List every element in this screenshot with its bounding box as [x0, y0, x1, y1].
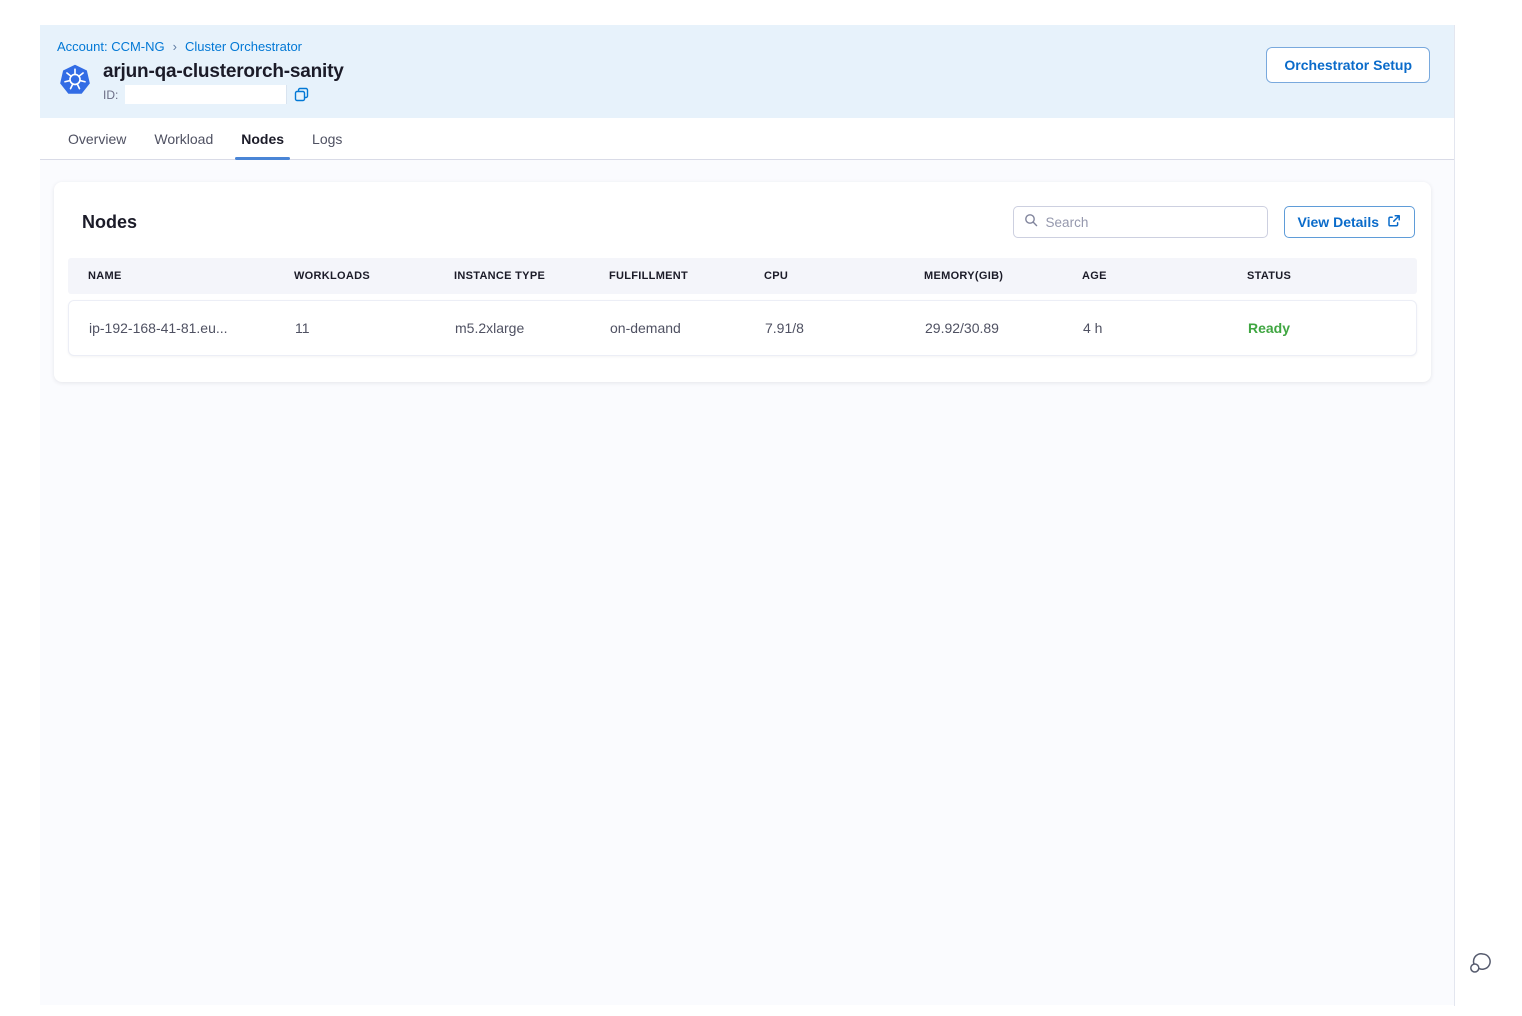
view-details-label: View Details [1298, 214, 1379, 230]
column-header-name: NAME [68, 270, 274, 282]
table-row[interactable]: ip-192-168-41-81.eu... 11 m5.2xlarge on-… [68, 300, 1417, 356]
cluster-header: Account: CCM-NG › Cluster Orchestrator [40, 25, 1454, 118]
node-status: Ready [1228, 320, 1416, 336]
breadcrumb-account[interactable]: Account: CCM-NG [57, 39, 165, 54]
search-icon [1024, 213, 1038, 232]
cluster-tabs: Overview Workload Nodes Logs [40, 118, 1454, 160]
node-age: 4 h [1063, 320, 1228, 336]
nodes-panel: Nodes View Details [54, 182, 1431, 382]
breadcrumb-separator-icon: › [173, 39, 177, 54]
column-header-fulfillment: FULFILLMENT [589, 270, 744, 282]
node-instance-type: m5.2xlarge [435, 320, 590, 336]
column-header-status: STATUS [1227, 270, 1417, 282]
breadcrumb: Account: CCM-NG › Cluster Orchestrator [57, 39, 1430, 54]
chat-bubble-icon[interactable] [1466, 949, 1494, 980]
cluster-title-block: arjun-qa-clusterorch-sanity ID: [103, 61, 344, 104]
column-header-workloads: WORKLOADS [274, 270, 434, 282]
cluster-id-label: ID: [103, 88, 118, 102]
nodes-panel-header: Nodes View Details [68, 206, 1417, 238]
content-area: Nodes View Details [40, 160, 1454, 1005]
tab-nodes[interactable]: Nodes [239, 118, 286, 159]
search-input[interactable] [1046, 215, 1257, 230]
node-name: ip-192-168-41-81.eu... [69, 320, 275, 336]
node-memory: 29.92/30.89 [905, 320, 1063, 336]
cluster-id-row: ID: [103, 85, 344, 104]
column-header-cpu: CPU [744, 270, 904, 282]
external-link-icon [1387, 214, 1401, 231]
cluster-title-row: arjun-qa-clusterorch-sanity ID: [57, 61, 1430, 104]
orchestrator-setup-button[interactable]: Orchestrator Setup [1266, 47, 1430, 83]
copy-icon[interactable] [294, 87, 309, 102]
app-main: Account: CCM-NG › Cluster Orchestrator [40, 25, 1455, 1006]
kubernetes-logo-icon [57, 62, 93, 98]
view-details-button[interactable]: View Details [1284, 206, 1415, 238]
breadcrumb-cluster-orchestrator[interactable]: Cluster Orchestrator [185, 39, 302, 54]
tab-workload[interactable]: Workload [152, 118, 215, 159]
cluster-name: arjun-qa-clusterorch-sanity [103, 61, 344, 82]
column-header-instance-type: INSTANCE TYPE [434, 270, 589, 282]
tab-logs[interactable]: Logs [310, 118, 344, 159]
nodes-table-header: NAME WORKLOADS INSTANCE TYPE FULFILLMENT… [68, 258, 1417, 294]
node-workloads: 11 [275, 320, 435, 336]
node-cpu: 7.91/8 [745, 320, 905, 336]
column-header-age: AGE [1062, 270, 1227, 282]
tab-overview[interactable]: Overview [66, 118, 128, 159]
nodes-table: NAME WORKLOADS INSTANCE TYPE FULFILLMENT… [68, 258, 1417, 356]
search-box[interactable] [1013, 206, 1268, 238]
nodes-panel-actions: View Details [1013, 206, 1415, 238]
cluster-id-value [125, 85, 287, 104]
nodes-panel-title: Nodes [82, 212, 137, 233]
node-fulfillment: on-demand [590, 320, 745, 336]
column-header-memory: MEMORY(GIB) [904, 270, 1062, 282]
